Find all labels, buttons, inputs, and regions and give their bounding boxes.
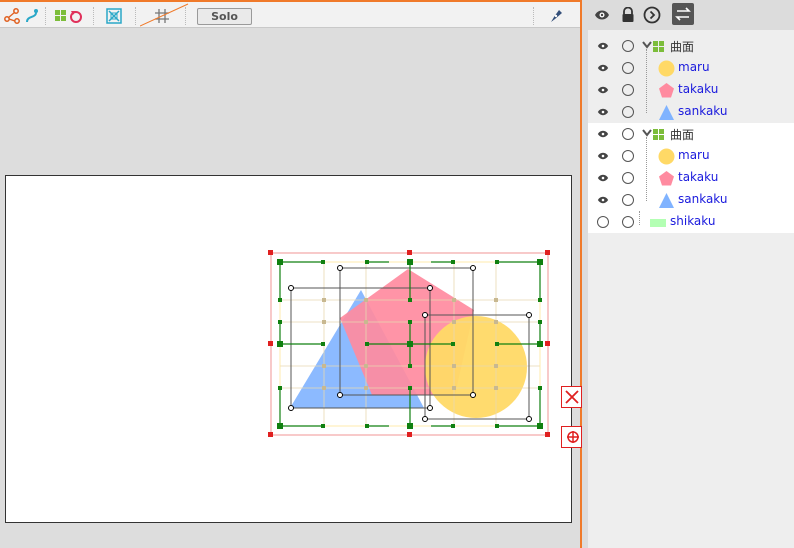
lock-toggle[interactable] (622, 128, 634, 140)
layers-panel: 曲面 maru takaku sankaku 曲面 maru takaku sa… (588, 0, 794, 548)
lock-toggle[interactable] (622, 172, 634, 184)
pentagon-shape-icon (659, 171, 674, 186)
chevron-down-icon[interactable] (642, 40, 652, 50)
chevron-down-icon[interactable] (642, 128, 652, 138)
eye-icon[interactable] (597, 172, 609, 184)
tree-guide (639, 211, 640, 225)
layer-name: maru (678, 60, 710, 74)
lock-icon[interactable] (618, 5, 638, 25)
layers-toolbar (588, 0, 794, 30)
layer-row-sankaku[interactable]: sankaku (588, 189, 794, 211)
triangle-shape-icon (659, 105, 674, 120)
canvas-overlay (268, 250, 550, 437)
lock-toggle[interactable] (622, 194, 634, 206)
lock-toggle[interactable] (622, 62, 634, 74)
delete-button[interactable] (561, 386, 582, 408)
layer-list: 曲面 maru takaku sankaku 曲面 maru takaku sa… (588, 35, 794, 233)
circle-shape-icon (658, 148, 675, 165)
eye-icon[interactable] (592, 5, 612, 25)
tree-guide (646, 137, 647, 201)
layer-row-group[interactable]: 曲面 (588, 35, 794, 57)
lock-toggle[interactable] (622, 216, 634, 228)
eye-icon[interactable] (597, 150, 609, 162)
layer-name: takaku (678, 82, 719, 96)
layer-row-group[interactable]: 曲面 (588, 123, 794, 145)
eye-icon[interactable] (597, 84, 609, 96)
layer-name: 曲面 (670, 40, 695, 54)
layer-row-maru[interactable]: maru (588, 145, 794, 167)
lock-toggle[interactable] (622, 84, 634, 96)
play-circle-icon[interactable] (642, 5, 662, 25)
eye-icon[interactable] (597, 40, 609, 52)
layer-row-shikaku[interactable]: shikaku (588, 211, 794, 233)
app-window: Solo 曲面 maru takaku sankaku 曲面 maru taka… (0, 0, 794, 548)
lock-toggle[interactable] (622, 40, 634, 52)
layer-name: sankaku (678, 192, 728, 206)
layer-row-sankaku[interactable]: sankaku (588, 101, 794, 123)
crosshair-circle-icon (566, 431, 579, 443)
layer-row-takaku[interactable]: takaku (588, 167, 794, 189)
rect-shape-icon (650, 219, 666, 227)
surface-icon (653, 129, 664, 140)
layer-name: takaku (678, 170, 719, 184)
triangle-shape-icon (659, 193, 674, 208)
eye-icon[interactable] (597, 194, 609, 206)
lock-toggle[interactable] (622, 150, 634, 162)
layer-name: sankaku (678, 104, 728, 118)
circle-shape[interactable] (425, 316, 527, 418)
layer-name: maru (678, 148, 710, 162)
close-icon (564, 390, 579, 404)
visibility-toggle[interactable] (597, 216, 609, 228)
layer-name: shikaku (670, 214, 716, 228)
lock-toggle[interactable] (622, 106, 634, 118)
layer-name: 曲面 (670, 128, 695, 142)
pentagon-shape-icon (659, 83, 674, 98)
swap-icon[interactable] (672, 3, 694, 25)
eye-icon[interactable] (597, 128, 609, 140)
eye-icon[interactable] (597, 106, 609, 118)
layer-row-takaku[interactable]: takaku (588, 79, 794, 101)
editor-pane: Solo (0, 0, 582, 548)
layer-row-maru[interactable]: maru (588, 57, 794, 79)
tree-guide (646, 49, 647, 113)
surface-icon (653, 41, 664, 52)
eye-icon[interactable] (597, 62, 609, 74)
circle-shape-icon (658, 60, 675, 77)
add-point-button[interactable] (561, 426, 582, 448)
